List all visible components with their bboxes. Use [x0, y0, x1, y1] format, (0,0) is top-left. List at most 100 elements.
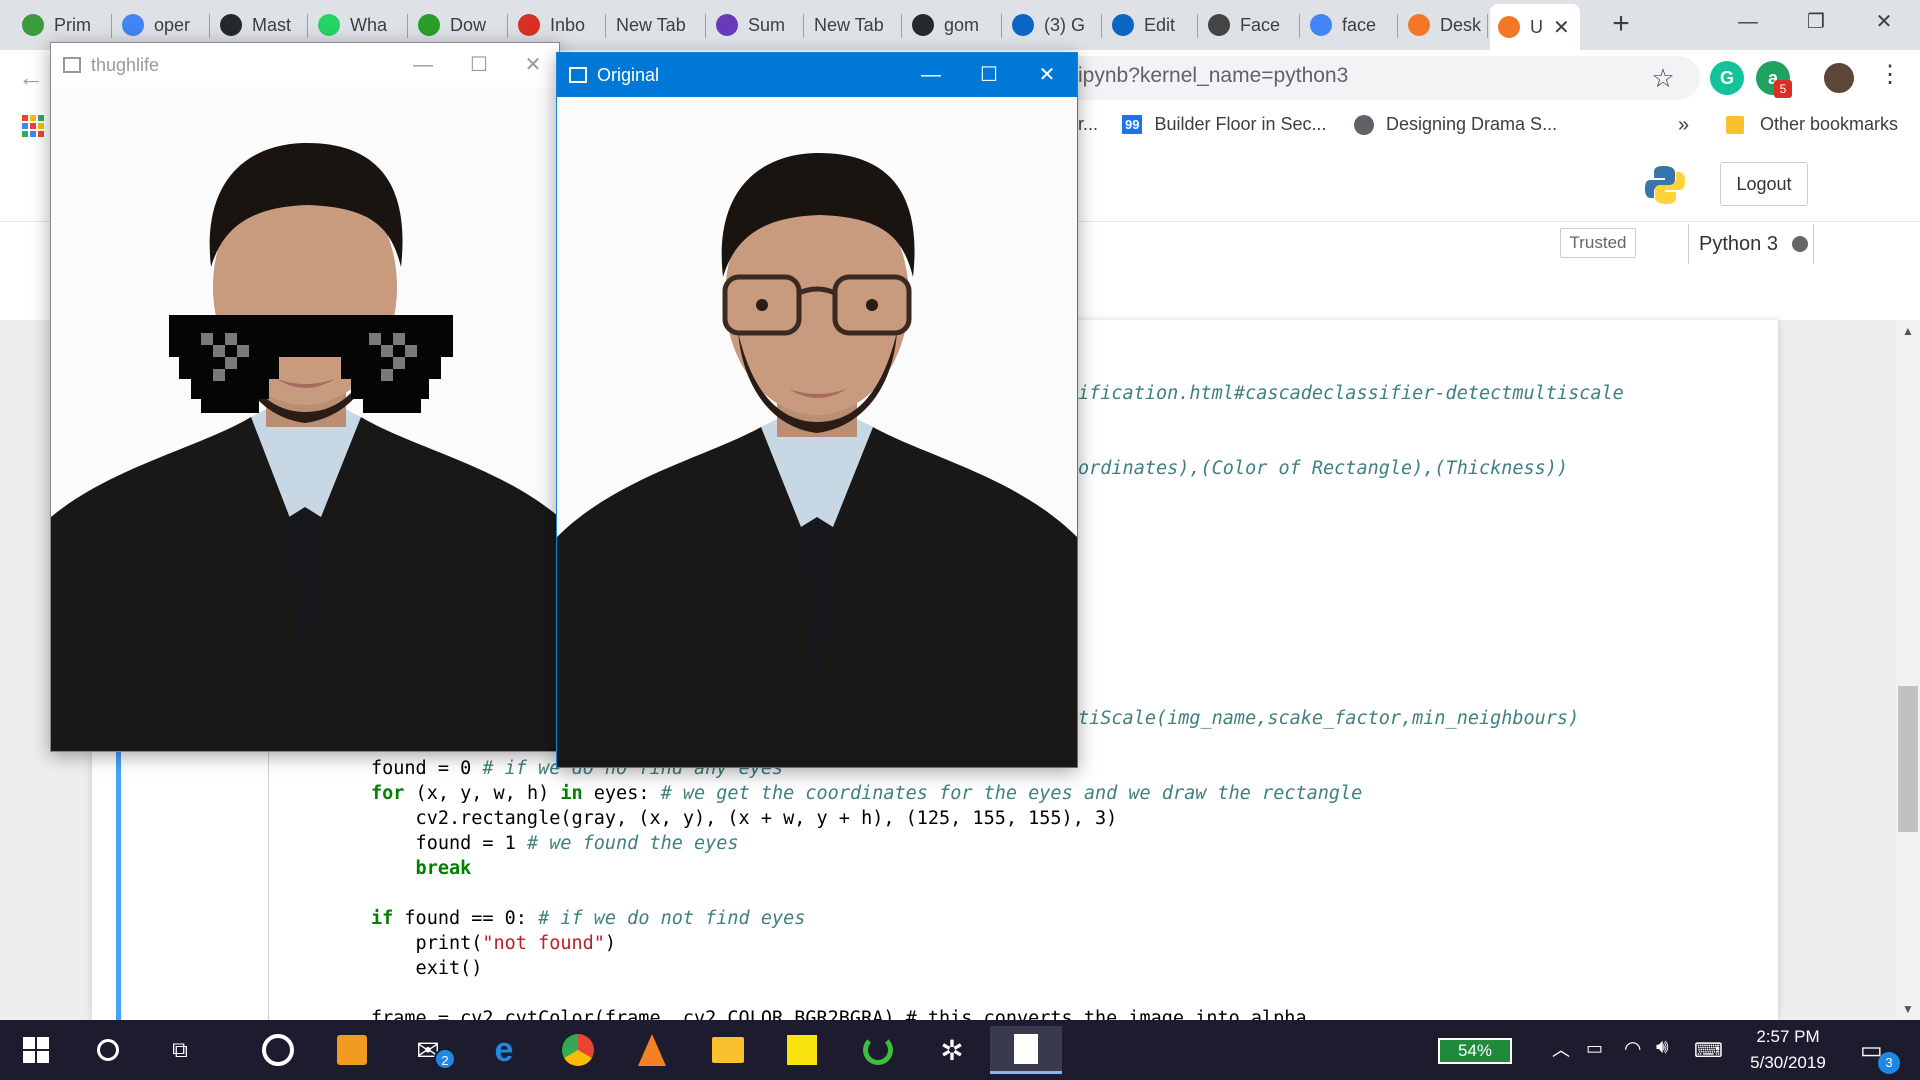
code-line[interactable]: ification.html#cascadeclassifier-detectm… [1078, 383, 1624, 404]
tab-separator [111, 14, 112, 38]
system-clock[interactable]: 2:57 PM 5/30/2019 [1732, 1024, 1844, 1076]
code-line[interactable]: exit() [371, 958, 483, 979]
code-line[interactable]: cv2.rectangle(gray, (x, y), (x + w, y + … [371, 808, 1118, 829]
spinner-app-icon[interactable] [850, 1026, 906, 1074]
tab-separator [1197, 14, 1198, 38]
browser-tab[interactable]: U ✕ [1490, 4, 1580, 50]
notepad-icon[interactable] [990, 1026, 1062, 1074]
tab-close-icon[interactable]: ✕ [1553, 15, 1570, 40]
tab-label: Prim [54, 14, 91, 35]
keyboard-icon[interactable]: ⌨ [1694, 1038, 1723, 1063]
browser-tab[interactable]: (3) G [1004, 4, 1102, 46]
code-string: "not found" [482, 933, 605, 954]
code-line[interactable]: found = 1 # we found the eyes [371, 833, 739, 854]
bookmark-truncated[interactable]: r... [1078, 114, 1098, 135]
whatsapp-icon [318, 14, 340, 36]
browser-tab[interactable]: gom [904, 4, 1002, 46]
sublime-icon[interactable] [324, 1026, 380, 1074]
code-line[interactable]: break [371, 858, 472, 879]
close-icon[interactable]: ✕ [1856, 0, 1912, 46]
file-explorer-icon[interactable] [700, 1026, 756, 1074]
avatar[interactable] [1822, 61, 1856, 95]
star-icon[interactable]: ☆ [1646, 61, 1680, 95]
mail-badge: 2 [434, 1048, 456, 1070]
code-text: (x, y, w, h) [404, 783, 561, 804]
bookmark-item-drama[interactable]: Designing Drama S... [1354, 114, 1557, 135]
browser-tab[interactable]: Edit [1104, 4, 1198, 46]
cortana-icon[interactable] [80, 1026, 136, 1074]
kernel-name: Python 3 [1699, 232, 1778, 255]
tab-label: Sum [748, 14, 786, 35]
browser-tab[interactable]: Dow [410, 4, 508, 46]
code-comment: # if we do not find eyes [538, 908, 806, 929]
browser-tab[interactable]: oper [114, 4, 210, 46]
code-line[interactable]: for (x, y, w, h) in eyes: # we get the c… [371, 783, 1362, 804]
new-tab-button[interactable]: + [1604, 8, 1638, 42]
volume-icon[interactable]: 🔊︎ [1656, 1036, 1669, 1059]
edge-icon[interactable]: e [476, 1026, 532, 1074]
scroll-down-icon[interactable]: ▼ [1902, 1002, 1914, 1016]
tab-label: Desk [1440, 14, 1482, 35]
minimize-icon[interactable]: — [903, 53, 959, 97]
bookmarks-overflow[interactable]: » [1678, 114, 1689, 137]
minimize-icon[interactable]: — [395, 43, 451, 87]
code-line[interactable]: if found == 0: # if we do not find eyes [371, 908, 805, 929]
bookmark-item-builder[interactable]: 99 Builder Floor in Sec... [1122, 114, 1327, 135]
wifi-icon[interactable]: ◠ [1624, 1036, 1641, 1061]
notification-badge: 3 [1878, 1052, 1900, 1074]
url-text[interactable]: ipynb?kernel_name=python3 [1078, 64, 1348, 88]
battery-icon[interactable]: ▭ [1586, 1038, 1603, 1059]
browser-tab[interactable]: Face [1200, 4, 1300, 46]
media-player-icon[interactable] [250, 1026, 306, 1074]
logout-button[interactable]: Logout [1720, 162, 1808, 206]
sticky-notes-icon[interactable] [774, 1026, 830, 1074]
apps-icon[interactable] [22, 115, 44, 137]
battery-indicator[interactable]: 54% [1438, 1038, 1512, 1064]
scrollbar[interactable] [1896, 320, 1920, 1020]
vlc-icon[interactable] [624, 1026, 680, 1074]
windows-start-icon[interactable] [8, 1026, 64, 1074]
maximize-icon[interactable]: ☐ [961, 53, 1017, 97]
code-text: found = 1 [371, 833, 527, 854]
show-hidden-icons-icon[interactable]: ︿ [1552, 1036, 1570, 1062]
browser-tab[interactable]: Wha [310, 4, 408, 46]
browser-tab[interactable]: Desk [1400, 4, 1488, 46]
chrome-icon[interactable] [550, 1026, 606, 1074]
code-text: found = 0 [371, 758, 483, 779]
tab-separator [705, 14, 706, 38]
original-window[interactable]: Original — ☐ ✕ [556, 52, 1078, 768]
close-icon[interactable]: ✕ [505, 43, 559, 87]
spider-app-icon[interactable]: ✲ [924, 1026, 980, 1074]
trusted-indicator[interactable]: Trusted [1560, 228, 1636, 258]
code-keyword: for [371, 783, 405, 804]
thuglife-window[interactable]: thughlife — ☐ ✕ [50, 42, 560, 752]
code-line[interactable]: tiScale(img_name,scake_factor,min_neighb… [1078, 708, 1579, 729]
google-icon [122, 14, 144, 36]
browser-tab[interactable]: Prim [14, 4, 112, 46]
minimize-icon[interactable]: — [1720, 0, 1776, 46]
tab-separator [407, 14, 408, 38]
code-text: print( [371, 933, 483, 954]
browser-tab[interactable]: New Tab [806, 4, 902, 46]
tab-label: gom [944, 14, 980, 35]
task-view-icon[interactable]: ⧉ [152, 1026, 208, 1074]
browser-tab[interactable]: Inbo [510, 4, 606, 46]
browser-tab[interactable]: face [1302, 4, 1398, 46]
restore-icon[interactable]: ❐ [1788, 0, 1844, 46]
browser-tab[interactable]: New Tab [608, 4, 706, 46]
close-icon[interactable]: ✕ [1019, 53, 1075, 97]
scroll-up-icon[interactable]: ▲ [1902, 324, 1914, 338]
scrollbar-thumb[interactable] [1898, 686, 1918, 832]
browser-tab[interactable]: Sum [708, 4, 804, 46]
tab-label: Face [1240, 14, 1281, 35]
browser-tab[interactable]: Mast [212, 4, 308, 46]
code-line[interactable]: ordinates),(Color of Rectangle),(Thickne… [1078, 458, 1568, 479]
grammarly-icon[interactable]: G [1710, 61, 1744, 95]
code-line[interactable]: frame = cv2.cvtColor(frame, cv2.COLOR_BG… [371, 1008, 1307, 1020]
back-icon[interactable]: ← [18, 62, 44, 93]
menu-icon[interactable]: ⋮ [1878, 60, 1902, 89]
tab-separator [307, 14, 308, 38]
maximize-icon[interactable]: ☐ [451, 43, 507, 87]
other-bookmarks[interactable]: Other bookmarks [1726, 114, 1898, 135]
code-line[interactable]: print("not found") [371, 933, 617, 954]
